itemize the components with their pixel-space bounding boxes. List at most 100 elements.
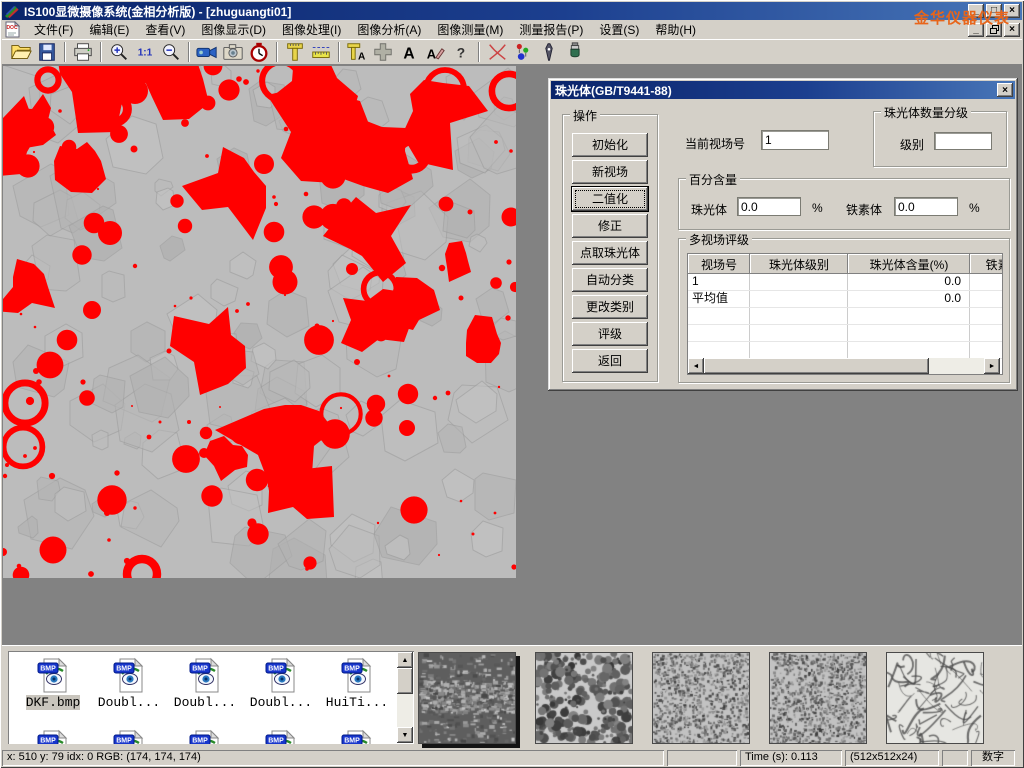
- close-button[interactable]: ×: [1004, 4, 1020, 18]
- menu-bar-items: 文件(F)编辑(E)查看(V)图像显示(D)图像处理(I)图像分析(A)图像测量…: [26, 19, 704, 40]
- file-list[interactable]: BMPDKF.bmpBMPBMPDoubl...BMPBMPDoubl...BM…: [8, 651, 414, 744]
- mdi-close-button[interactable]: ×: [1004, 23, 1020, 37]
- title-bar: IS100显微摄像系统(金相分析版) - [zhuguangti01] _ □ …: [2, 2, 1022, 20]
- op-button-3[interactable]: 修正: [572, 214, 648, 238]
- svg-text:BMP: BMP: [268, 666, 284, 673]
- menu-item-5[interactable]: 图像分析(A): [349, 19, 429, 40]
- minimize-button[interactable]: _: [968, 4, 984, 18]
- table-row: [688, 308, 1002, 325]
- mdi-minimize-button[interactable]: _: [968, 23, 984, 37]
- ferrite-input[interactable]: 0.0: [894, 197, 958, 216]
- file-name: Doubl...: [98, 695, 160, 710]
- pen-tool-icon[interactable]: [536, 41, 562, 63]
- pearlite-input[interactable]: 0.0: [737, 197, 801, 216]
- dialog-title-bar[interactable]: 珠光体(GB/T9441-88) ×: [551, 81, 1015, 99]
- file-item-row2-3[interactable]: BMP: [244, 729, 318, 744]
- file-item-1[interactable]: BMPDoubl...: [92, 657, 166, 710]
- ferrite-label: 铁素体: [846, 201, 882, 218]
- table-hscrollbar[interactable]: ◄ ►: [688, 358, 1000, 374]
- menu-item-4[interactable]: 图像处理(I): [274, 19, 349, 40]
- document-icon: DOC: [4, 21, 22, 38]
- menu-item-0[interactable]: 文件(F): [26, 19, 81, 40]
- metallographic-image[interactable]: [3, 66, 516, 578]
- menu-item-7[interactable]: 测量报告(P): [511, 19, 591, 40]
- current-view-input[interactable]: 1: [761, 130, 829, 150]
- hscroll-thumb[interactable]: [704, 358, 929, 374]
- op-button-5[interactable]: 自动分类: [572, 268, 648, 292]
- menu-item-6[interactable]: 图像测量(M): [429, 19, 511, 40]
- thumbnail-2[interactable]: [652, 652, 750, 744]
- curve-tool-icon[interactable]: [484, 41, 510, 63]
- annotate-icon[interactable]: A: [422, 41, 448, 63]
- zoom-in-icon[interactable]: [106, 41, 132, 63]
- file-item-row2-2[interactable]: BMP: [168, 729, 242, 744]
- toolbar-separator: [64, 42, 66, 62]
- table-row[interactable]: 平均值0.0: [688, 291, 1002, 308]
- menu-item-9[interactable]: 帮助(H): [647, 19, 704, 40]
- menu-item-8[interactable]: 设置(S): [591, 19, 647, 40]
- measure-text-icon[interactable]: A: [344, 41, 370, 63]
- file-item-row2-0[interactable]: BMP: [16, 729, 90, 744]
- op-button-6[interactable]: 更改类别: [572, 295, 648, 319]
- thumbnail-3[interactable]: [769, 652, 867, 744]
- op-button-0[interactable]: 初始化: [572, 133, 648, 157]
- scroll-down-icon[interactable]: ▼: [397, 727, 413, 743]
- table-cell: [688, 342, 750, 358]
- mdi-restore-button[interactable]: [986, 23, 1002, 37]
- table-cell: [848, 342, 970, 358]
- file-item-2[interactable]: BMPDoubl...: [168, 657, 242, 710]
- help-icon[interactable]: ?: [448, 41, 474, 63]
- file-item-3[interactable]: BMPDoubl...: [244, 657, 318, 710]
- scroll-right-icon[interactable]: ►: [984, 358, 1000, 374]
- camera-icon[interactable]: [220, 41, 246, 63]
- pearlite-label: 珠光体: [691, 201, 727, 218]
- print-icon[interactable]: [70, 41, 96, 63]
- timer-icon[interactable]: [246, 41, 272, 63]
- menu-item-1[interactable]: 编辑(E): [81, 19, 137, 40]
- table-cell: [848, 308, 970, 324]
- file-item-row2-4[interactable]: BMP: [320, 729, 394, 744]
- file-item-4[interactable]: BMPHuiTi...: [320, 657, 394, 710]
- op-button-7[interactable]: 评级: [572, 322, 648, 346]
- svg-text:1:1: 1:1: [138, 48, 153, 59]
- table-cell: [970, 274, 1003, 290]
- thumbnail-4[interactable]: [886, 652, 984, 744]
- scroll-left-icon[interactable]: ◄: [688, 358, 704, 374]
- svg-text:BMP: BMP: [344, 738, 360, 744]
- table-cell: [848, 325, 970, 341]
- dialog-close-icon[interactable]: ×: [997, 83, 1013, 97]
- actual-size-icon[interactable]: 1:1: [132, 41, 158, 63]
- op-button-4[interactable]: 点取珠光体: [572, 241, 648, 265]
- caliper-icon[interactable]: [282, 41, 308, 63]
- status-spare-1: [667, 750, 737, 766]
- text-icon[interactable]: A: [396, 41, 422, 63]
- table-col-0: 视场号: [688, 254, 750, 274]
- save-icon[interactable]: [34, 41, 60, 63]
- bmp-file-icon: BMP: [264, 657, 298, 693]
- thumbnail-1[interactable]: [535, 652, 633, 744]
- op-button-1[interactable]: 新视场: [572, 160, 648, 184]
- file-item-row2-1[interactable]: BMP: [92, 729, 166, 744]
- op-button-2[interactable]: 二值化: [572, 187, 648, 211]
- filelist-vscrollbar[interactable]: ▲ ▼: [397, 652, 413, 743]
- zoom-out-icon[interactable]: [158, 41, 184, 63]
- file-item-0[interactable]: BMPDKF.bmp: [16, 657, 90, 710]
- scroll-up-icon[interactable]: ▲: [397, 652, 413, 668]
- merge-icon[interactable]: [370, 41, 396, 63]
- color-dots-icon[interactable]: [510, 41, 536, 63]
- thumbnail-0[interactable]: [418, 652, 516, 744]
- ruler-icon[interactable]: [308, 41, 334, 63]
- open-folder-icon[interactable]: [8, 41, 34, 63]
- brush-tool-icon[interactable]: [562, 41, 588, 63]
- current-view-label: 当前视场号: [685, 135, 745, 152]
- op-button-8[interactable]: 返回: [572, 349, 648, 373]
- multi-view-group-label: 多视场评级: [686, 231, 752, 248]
- maximize-button[interactable]: □: [986, 4, 1002, 18]
- video-camera-icon[interactable]: [194, 41, 220, 63]
- table-row[interactable]: 10.0: [688, 274, 1002, 291]
- grade-input[interactable]: [934, 132, 992, 150]
- svg-text:A: A: [358, 51, 366, 62]
- menu-item-2[interactable]: 查看(V): [137, 19, 193, 40]
- vscroll-thumb[interactable]: [397, 668, 413, 694]
- menu-item-3[interactable]: 图像显示(D): [193, 19, 274, 40]
